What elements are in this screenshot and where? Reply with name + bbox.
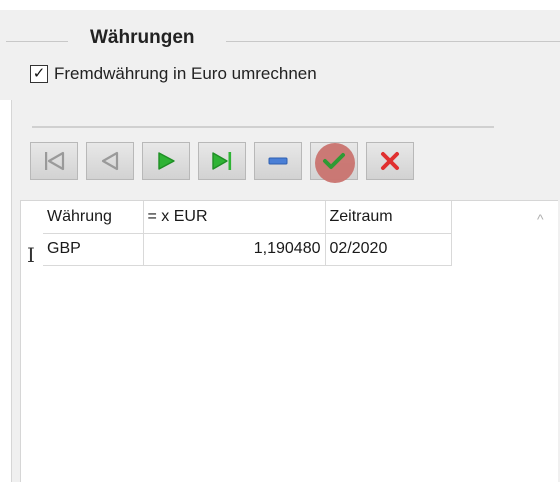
currency-grid[interactable]: I Währung = x EUR Zeitraum GBP 1,190480 …: [20, 200, 558, 482]
separator-line: [32, 126, 494, 128]
post-edit-button[interactable]: [310, 142, 358, 183]
left-frame-divider: [11, 100, 12, 482]
cancel-edit-button[interactable]: [366, 142, 414, 180]
delete-record-button[interactable]: [254, 142, 302, 180]
last-record-button[interactable]: [198, 142, 246, 180]
cross-icon: [381, 152, 399, 170]
next-record-button[interactable]: [142, 142, 190, 180]
convert-to-euro-option[interactable]: ✓ Fremdwährung in Euro umrechnen: [30, 62, 317, 86]
convert-to-euro-label[interactable]: Fremdwährung in Euro umrechnen: [54, 64, 317, 84]
currency-settings-panel: Währungen ✓ Fremdwährung in Euro umrechn…: [0, 0, 560, 482]
last-record-icon: [212, 152, 232, 170]
cell-rate[interactable]: 1,190480: [143, 233, 326, 266]
next-record-icon: [158, 152, 175, 170]
groupbox-frame-left: [6, 41, 68, 42]
checkmark-icon: ✓: [32, 65, 46, 82]
convert-to-euro-checkbox[interactable]: ✓: [30, 65, 48, 83]
column-header-period[interactable]: Zeitraum: [325, 201, 452, 234]
minus-icon: [268, 157, 288, 165]
previous-record-button[interactable]: [86, 142, 134, 180]
cell-currency[interactable]: GBP: [43, 233, 144, 266]
check-icon: [323, 153, 345, 169]
table-row[interactable]: GBP 1,190480 02/2020: [43, 233, 452, 266]
previous-record-icon: [101, 151, 119, 171]
currency-table: Währung = x EUR Zeitraum GBP 1,190480 02…: [43, 201, 452, 266]
column-header-currency[interactable]: Währung: [43, 201, 144, 234]
column-header-rate[interactable]: = x EUR: [143, 201, 326, 234]
groupbox-title: Währungen: [90, 27, 195, 48]
top-border-strip: [0, 0, 560, 10]
first-record-button[interactable]: [30, 142, 78, 180]
groupbox-frame-right: [226, 41, 560, 42]
scroll-up-arrow-icon[interactable]: ^: [537, 211, 544, 227]
cell-period[interactable]: 02/2020: [325, 233, 452, 266]
table-header-row: Währung = x EUR Zeitraum: [43, 201, 452, 234]
current-row-indicator: I: [27, 243, 35, 267]
first-record-icon: [45, 151, 65, 171]
